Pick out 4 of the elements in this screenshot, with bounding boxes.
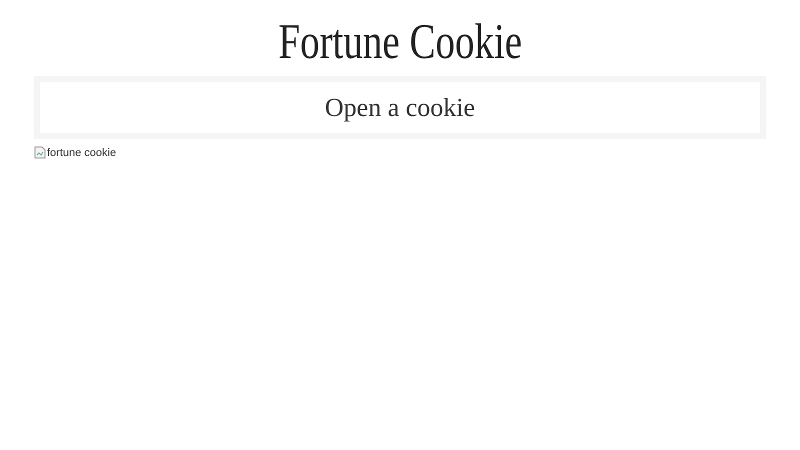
open-cookie-button[interactable]: Open a cookie xyxy=(34,76,766,139)
image-alt-text: fortune cookie xyxy=(47,146,116,158)
page-title: Fortune Cookie xyxy=(278,12,522,70)
broken-image-icon xyxy=(34,146,46,159)
